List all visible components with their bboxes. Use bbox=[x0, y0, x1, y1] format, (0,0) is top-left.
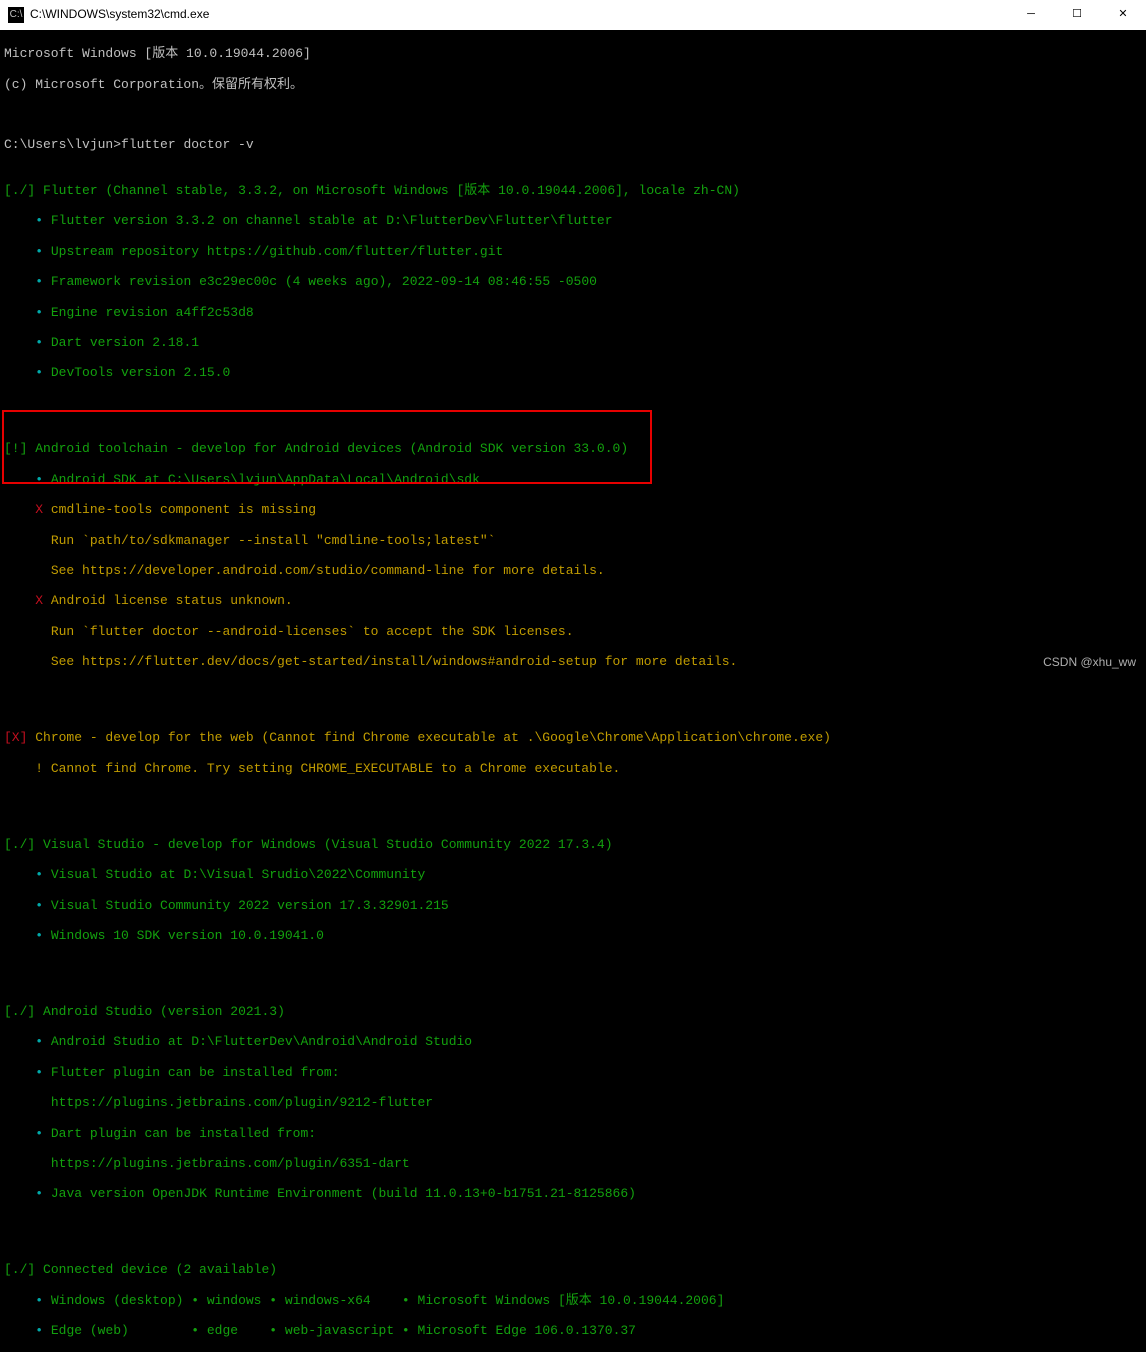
header-line: Microsoft Windows [版本 10.0.19044.2006] bbox=[4, 46, 1142, 61]
cmd-icon: C:\ bbox=[8, 7, 24, 23]
device-row: • Edge (web) • edge • web-javascript • M… bbox=[4, 1323, 1142, 1338]
prompt-line: C:\Users\lvjun>flutter doctor -v bbox=[4, 137, 1142, 152]
close-button[interactable]: ✕ bbox=[1100, 0, 1146, 30]
watermark: CSDN @xhu_ww bbox=[1043, 655, 1136, 670]
minimize-button[interactable]: ─ bbox=[1008, 0, 1054, 30]
header-line: (c) Microsoft Corporation。保留所有权利。 bbox=[4, 77, 1142, 92]
device-row: • Windows (desktop) • windows • windows-… bbox=[4, 1293, 1142, 1308]
terminal-output[interactable]: Microsoft Windows [版本 10.0.19044.2006] (… bbox=[0, 30, 1146, 1352]
section-flutter: [./] Flutter (Channel stable, 3.3.2, on … bbox=[4, 183, 1142, 198]
maximize-button[interactable]: ☐ bbox=[1054, 0, 1100, 30]
section-visual-studio: [./] Visual Studio - develop for Windows… bbox=[4, 837, 1142, 852]
section-connected-device: [./] Connected device (2 available) bbox=[4, 1262, 1142, 1277]
section-chrome: [X] Chrome - develop for the web (Cannot… bbox=[4, 730, 1142, 745]
window-title: C:\WINDOWS\system32\cmd.exe bbox=[30, 7, 209, 22]
section-android-toolchain: [!] Android toolchain - develop for Andr… bbox=[4, 441, 1142, 456]
window-titlebar: C:\ C:\WINDOWS\system32\cmd.exe ─ ☐ ✕ bbox=[0, 0, 1146, 30]
section-android-studio: [./] Android Studio (version 2021.3) bbox=[4, 1004, 1142, 1019]
